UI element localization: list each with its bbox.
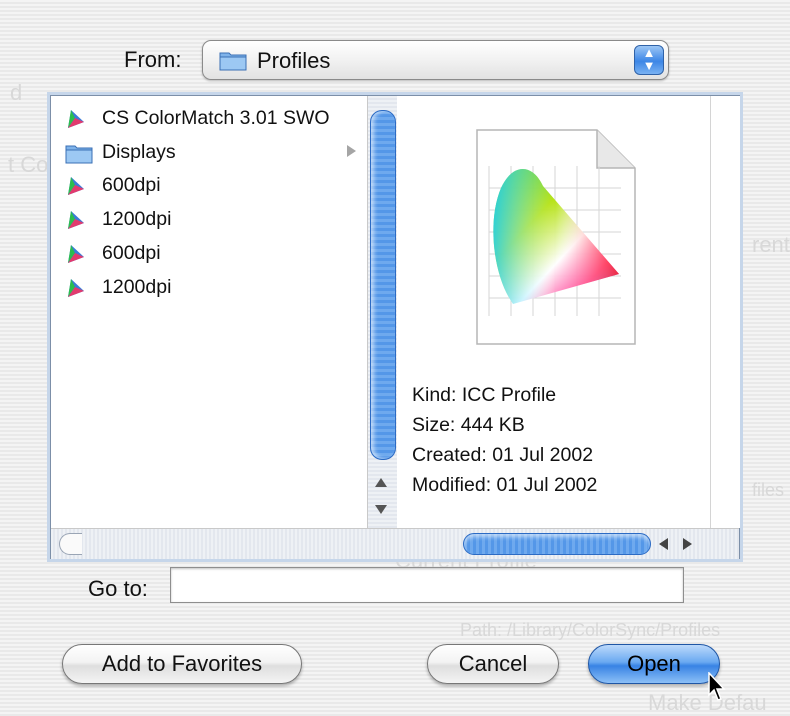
background-ghost-text: rent xyxy=(752,232,790,257)
vertical-scroll-thumb[interactable] xyxy=(370,110,396,460)
profile-icon xyxy=(65,209,87,237)
add-to-favorites-button[interactable]: Add to Favorites xyxy=(62,644,302,684)
vertical-scrollbar[interactable] xyxy=(367,96,398,528)
preview-created: Created: 01 Jul 2002 xyxy=(412,444,594,466)
from-label: From: xyxy=(124,47,182,72)
preview-kind: Kind: ICC Profile xyxy=(412,384,557,406)
from-popup-menu[interactable]: Profiles ▲ ▼ xyxy=(202,40,669,80)
folder-icon xyxy=(219,49,247,76)
scroll-down-arrow-icon[interactable] xyxy=(375,505,387,514)
mouse-pointer-icon xyxy=(708,671,728,707)
profile-icon xyxy=(65,243,87,271)
list-item-label: Displays xyxy=(102,141,176,163)
empty-column xyxy=(710,96,740,528)
disclosure-arrow-icon xyxy=(347,145,356,157)
list-item-label: 1200dpi xyxy=(102,208,172,230)
from-popup-value: Profiles xyxy=(257,48,331,73)
cancel-button[interactable]: Cancel xyxy=(427,644,559,684)
scroll-right-arrow-icon[interactable] xyxy=(683,538,692,550)
goto-input[interactable] xyxy=(170,567,684,603)
profile-icon xyxy=(65,277,87,305)
list-item-label: 600dpi xyxy=(102,174,161,196)
background-ghost-text: Path: /Library/ColorSync/Profiles xyxy=(460,620,721,640)
scroll-up-arrow-icon[interactable] xyxy=(375,478,387,487)
horizontal-scroll-track-cap xyxy=(59,533,82,555)
horizontal-scroll-thumb[interactable] xyxy=(463,533,651,555)
background-ghost-text: d xyxy=(10,80,23,105)
popup-arrows-icon: ▲ ▼ xyxy=(634,45,664,75)
list-item-label: 1200dpi xyxy=(102,276,172,298)
list-item-label: 600dpi xyxy=(102,242,161,264)
preview-pane: Kind: ICC Profile Size: 444 KB Created: … xyxy=(397,96,710,528)
icc-profile-document-icon xyxy=(473,126,641,351)
background-ghost-text: t Co xyxy=(8,152,49,177)
preview-modified: Modified: 01 Jul 2002 xyxy=(412,474,598,496)
profile-icon xyxy=(65,175,87,203)
horizontal-scrollbar[interactable] xyxy=(51,528,739,559)
preview-size: Size: 444 KB xyxy=(412,414,525,436)
scroll-left-arrow-icon[interactable] xyxy=(659,538,668,550)
folder-icon xyxy=(65,142,93,170)
vertical-scroll-arrows[interactable] xyxy=(370,472,394,522)
list-item-label: CS ColorMatch 3.01 SWO xyxy=(102,107,330,129)
profile-icon xyxy=(65,108,87,136)
background-ghost-text: files xyxy=(752,480,785,500)
file-browser: CS ColorMatch 3.01 SWO Displays 600dpi 1… xyxy=(50,95,740,559)
goto-label: Go to: xyxy=(88,576,148,601)
open-button[interactable]: Open xyxy=(588,644,720,684)
file-list-column: CS ColorMatch 3.01 SWO Displays 600dpi 1… xyxy=(51,96,367,528)
